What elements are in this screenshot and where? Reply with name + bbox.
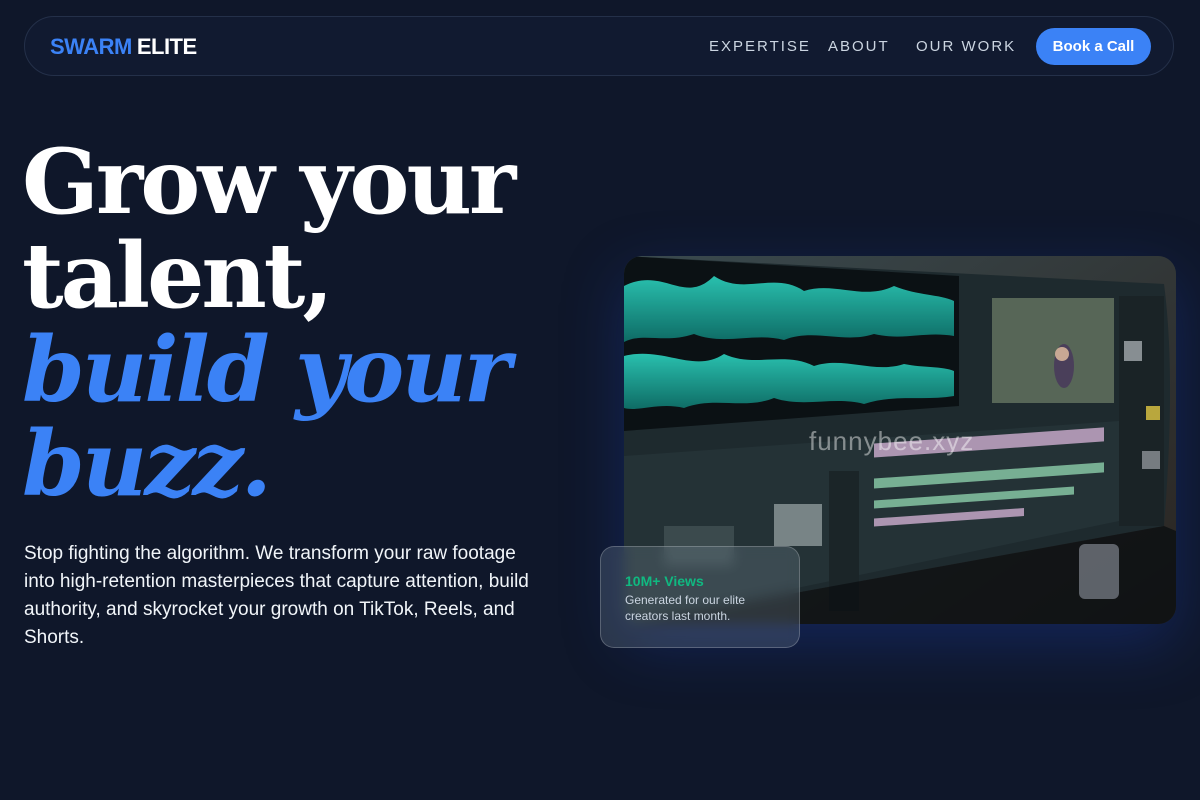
hero-subtitle: Stop fighting the algorithm. We transfor… — [24, 543, 529, 648]
brand-logo-swarm: SWARM — [50, 34, 132, 59]
headline-line-4: buzz. — [22, 411, 272, 517]
brand-logo-elite: ELITE — [136, 34, 197, 59]
top-nav: SWARM ELITE EXPERTISE ABOUT OUR WORK Book… — [24, 16, 1174, 76]
stat-card: 10M+ Views Generated for our elite creat… — [600, 546, 800, 648]
book-a-call-button[interactable]: Book a Call — [1036, 28, 1151, 65]
nav-link-our-work[interactable]: OUR WORK — [916, 38, 1016, 55]
brand-logo[interactable]: SWARM ELITE — [50, 34, 197, 60]
stat-description: Generated for our elite creators last mo… — [625, 593, 746, 623]
headline-line-3: build your — [22, 317, 511, 423]
watermark-text: funnybee.xyz — [809, 426, 975, 456]
nav-link-expertise[interactable]: EXPERTISE — [709, 38, 811, 55]
stat-value: 10M+ Views — [625, 573, 704, 589]
hero-headline: Grow your talent, build your buzz. — [22, 135, 582, 511]
headline-line-2: talent, — [22, 223, 334, 329]
headline-line-1: Grow your — [22, 129, 516, 235]
nav-link-about[interactable]: ABOUT — [828, 38, 890, 55]
